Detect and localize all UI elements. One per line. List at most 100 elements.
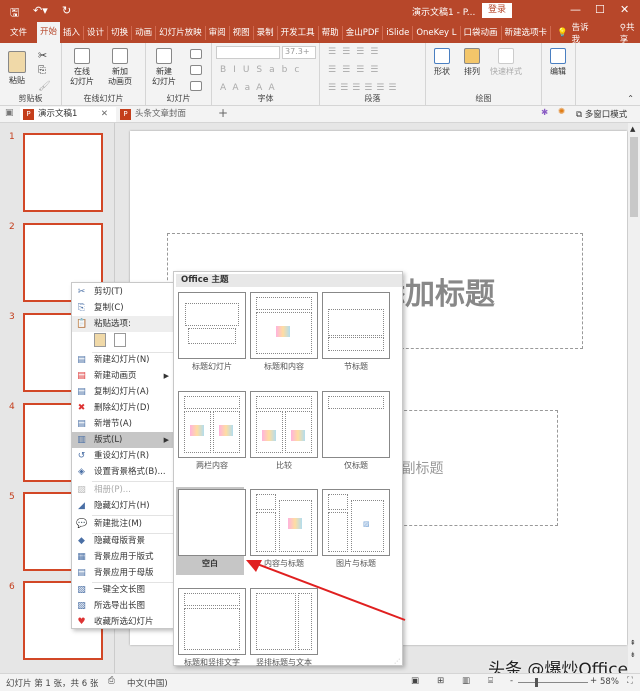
login-button[interactable]: 登录 — [482, 3, 512, 18]
fit-to-window-icon[interactable]: ⛶ — [627, 676, 633, 686]
tell-me[interactable]: 告诉我 — [572, 21, 594, 45]
slide-thumbnail[interactable] — [23, 133, 103, 212]
scissors-icon[interactable]: ✂ — [38, 49, 47, 62]
paste-button[interactable]: 粘贴 — [8, 51, 26, 86]
font-format-buttons[interactable]: BIUSabc — [220, 65, 306, 75]
tab-review[interactable]: 审阅 — [206, 25, 230, 40]
tab-insert[interactable]: 插入 — [60, 25, 85, 40]
language[interactable]: 中文(中国) — [127, 677, 168, 689]
menu-item-apply-bg-layout[interactable]: ▦ 背景应用于版式 — [72, 549, 173, 565]
align-buttons[interactable]: ☰☰☰☰☰☰ — [328, 83, 400, 93]
close-icon[interactable]: ✕ — [620, 3, 629, 16]
tab-onekey[interactable]: OneKey L — [413, 25, 461, 40]
slideshow-icon[interactable]: ⌸ — [488, 676, 493, 686]
layout-title-only[interactable]: 仅标题 — [322, 391, 390, 471]
list-buttons[interactable]: ☰☰☰☰ — [328, 47, 384, 57]
menu-item-copy[interactable]: ⎘ 复制(C) — [72, 300, 173, 316]
zoom-level[interactable]: 58% — [600, 677, 619, 687]
font-size-buttons[interactable]: AAaAA — [220, 83, 281, 93]
menu-item-delete-slide[interactable]: ✖ 删除幻灯片(D) — [72, 400, 173, 416]
font-size-select[interactable]: 37.3+ — [282, 46, 316, 59]
menu-item-cut[interactable]: ✂ 剪切(T) — [72, 284, 173, 300]
font-name-select[interactable] — [216, 46, 280, 59]
menu-item-favorite[interactable]: ♥ 收藏所选幻灯片 — [72, 614, 173, 630]
maximize-icon[interactable]: ☐ — [595, 3, 605, 16]
tab-kingsoft-pdf[interactable]: 金山PDF — [343, 25, 384, 40]
layout-two-content[interactable]: 两栏内容 — [178, 391, 246, 471]
tab-developer[interactable]: 开发工具 — [278, 25, 319, 40]
normal-view-icon[interactable]: ▣ — [411, 676, 419, 686]
menu-item-hide-master-bg[interactable]: ◆ 隐藏母版背景 — [72, 533, 173, 549]
settings-icon[interactable]: ✺ — [558, 107, 565, 117]
shapes-button[interactable]: 形状 — [434, 48, 450, 77]
menu-item-format-background[interactable]: ◈ 设置背景格式(B)... — [72, 464, 173, 480]
undo-icon[interactable]: ↶▾ — [33, 4, 48, 17]
next-slide-icon[interactable]: ⇟ — [630, 651, 636, 659]
indent-buttons[interactable]: ☰☰☰☰ — [328, 65, 384, 75]
layout-section-header[interactable]: 节标题 — [322, 292, 390, 372]
editing-button[interactable]: 编辑 — [550, 48, 566, 77]
tab-animations[interactable]: 动画 — [132, 25, 157, 40]
menu-item-layout[interactable]: ▥ 版式(L) ▶ — [72, 432, 173, 448]
doc-tab-active[interactable]: P 演示文稿1 ✕ — [20, 107, 116, 122]
copy-icon[interactable]: ⎘ — [38, 65, 46, 76]
layout-title-content[interactable]: 标题和内容 — [250, 292, 318, 372]
menu-item-export-long-image[interactable]: ▧ 所选导出长图 — [72, 598, 173, 614]
close-tab-icon[interactable]: ✕ — [101, 107, 108, 122]
minimize-icon[interactable]: — — [570, 3, 581, 16]
share-button[interactable]: ⚲共享 — [620, 21, 640, 45]
new-tab-icon[interactable]: + — [218, 106, 228, 120]
paste-picture-icon[interactable] — [114, 333, 126, 347]
layout-title-slide[interactable]: 标题幻灯片 — [178, 292, 246, 372]
quick-styles-button[interactable]: 快速样式 — [490, 48, 522, 77]
doc-tab[interactable]: P 头条文章封面 — [117, 107, 217, 122]
online-slides-button[interactable]: 在线 幻灯片 — [70, 48, 94, 87]
zoom-slider-thumb[interactable] — [535, 678, 538, 687]
format-painter-icon[interactable]: 🖌 — [38, 81, 51, 92]
scroll-up-icon[interactable]: ▲ — [630, 125, 635, 133]
menu-item-new-comment[interactable]: 💬 新建批注(M) — [72, 516, 173, 532]
section-icon[interactable] — [190, 81, 202, 91]
tab-file[interactable]: 文件 — [0, 26, 37, 40]
zoom-in-icon[interactable]: + — [590, 676, 597, 686]
menu-item-hide-slide[interactable]: ◢ 隐藏幻灯片(H) — [72, 498, 173, 514]
menu-item-new-slide[interactable]: ▤ 新建幻灯片(N) — [72, 352, 173, 368]
zoom-slider[interactable] — [518, 682, 588, 683]
arrange-button[interactable]: 排列 — [464, 48, 480, 77]
menu-item-duplicate-slide[interactable]: ▤ 复制幻灯片(A) — [72, 384, 173, 400]
menu-item-new-animation-page[interactable]: ▤ 新建动画页 ▶ — [72, 368, 173, 384]
menu-item-reset-slide[interactable]: ↺ 重设幻灯片(R) — [72, 448, 173, 464]
slide-sorter-icon[interactable]: ⊞ — [437, 676, 444, 686]
tab-help[interactable]: 帮助 — [319, 25, 343, 40]
resize-grip-icon[interactable]: ⋰ — [394, 658, 400, 665]
notes-icon[interactable]: ⎙ — [108, 676, 115, 686]
paste-keep-format-icon[interactable] — [94, 333, 106, 347]
menu-item-apply-bg-master[interactable]: ▤ 背景应用于母版 — [72, 565, 173, 581]
layout-comparison[interactable]: 比较 — [250, 391, 318, 471]
tab-home[interactable]: 开始 — [37, 22, 61, 43]
layout-blank[interactable]: 空白 — [176, 487, 246, 575]
save-icon[interactable]: 🖫 — [10, 4, 19, 23]
reading-view-icon[interactable]: ▥ — [462, 676, 470, 686]
layout-icon[interactable] — [190, 49, 202, 59]
tab-design[interactable]: 设计 — [84, 25, 109, 40]
tab-view[interactable]: 视图 — [230, 25, 254, 40]
menu-item-long-image[interactable]: ▧ 一键全文长图 — [72, 582, 173, 598]
scroll-thumb[interactable] — [630, 137, 638, 217]
prev-slide-icon[interactable]: ⇞ — [630, 639, 636, 647]
reset-icon[interactable] — [190, 65, 202, 75]
tab-record[interactable]: 录制 — [254, 25, 278, 40]
new-slide-button[interactable]: 新建 幻灯片 — [152, 48, 176, 87]
zoom-out-icon[interactable]: - — [510, 676, 513, 686]
menu-item-add-section[interactable]: ▤ 新增节(A) — [72, 416, 173, 432]
new-animation-page-button[interactable]: 新加 动画页 — [108, 48, 132, 87]
redo-icon[interactable]: ↻ — [62, 4, 71, 17]
tab-islide[interactable]: iSlide — [383, 25, 414, 40]
tab-slideshow[interactable]: 幻灯片放映 — [156, 25, 206, 40]
tab-pocket-animation[interactable]: 口袋动画 — [461, 25, 502, 40]
tab-transitions[interactable]: 切换 — [108, 25, 133, 40]
collapse-ribbon-icon[interactable]: ⌃ — [627, 94, 634, 103]
multi-window-button[interactable]: ⧉ 多窗口模式 — [576, 108, 627, 120]
pin-icon[interactable]: ✱ — [541, 108, 548, 118]
vertical-scrollbar[interactable]: ▲ ⇞ ⇟ — [628, 123, 640, 673]
